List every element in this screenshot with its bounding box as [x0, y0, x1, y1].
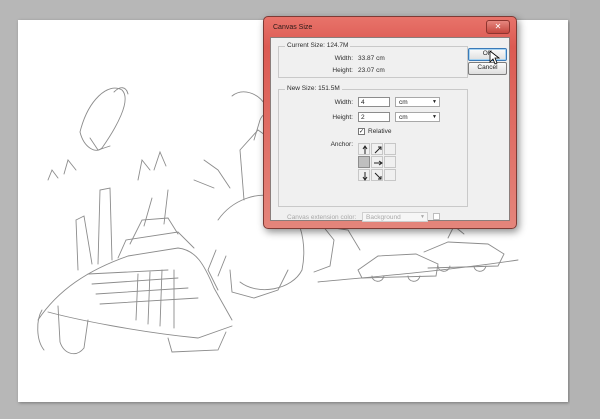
current-width-value: 33.87 cm [358, 55, 385, 62]
width-input[interactable]: 4 [358, 97, 390, 107]
dialog-title: Canvas Size [273, 24, 313, 31]
anchor-middle-center[interactable] [371, 156, 383, 168]
anchor-middle-right[interactable] [384, 156, 396, 168]
height-unit-select[interactable]: cm ▼ [395, 112, 440, 122]
anchor-grid-cells [358, 143, 397, 182]
cancel-button[interactable]: Cancel [468, 62, 507, 75]
dialog-content: Current Size: 124.7M Width: 33.87 cm Hei… [270, 37, 510, 222]
anchor-bottom-center[interactable] [371, 169, 383, 181]
extension-color-select[interactable]: Background ▼ [362, 212, 428, 222]
current-width-label: Width: [334, 55, 353, 62]
arrow-down-right-icon [374, 172, 382, 180]
height-unit-value: cm [399, 114, 408, 121]
close-button[interactable]: ✕ [486, 20, 510, 34]
new-size-label: New Size: 151.5M [285, 85, 342, 92]
chevron-down-icon: ▼ [432, 114, 437, 120]
chevron-down-icon: ▼ [420, 214, 425, 220]
anchor-label: Anchor: [330, 141, 353, 148]
new-width-label: Width: [334, 99, 353, 106]
mouse-pointer-icon [489, 50, 501, 65]
canvas-size-dialog: Canvas Size ✕ Current Size: 124.7M Width… [263, 16, 517, 229]
anchor-top-right[interactable] [384, 143, 396, 155]
arrow-up-right-icon [374, 146, 382, 154]
arrow-down-icon [362, 172, 368, 181]
anchor-bottom-left[interactable] [358, 169, 370, 181]
anchor-bottom-right[interactable] [384, 169, 396, 181]
new-height-label: Height: [332, 114, 353, 121]
relative-checkbox[interactable]: ✓ [358, 128, 365, 135]
current-height-label: Height: [332, 67, 353, 74]
height-input[interactable]: 2 [358, 112, 390, 122]
width-unit-select[interactable]: cm ▼ [395, 97, 440, 107]
current-size-label: Current Size: 124.7M [285, 42, 351, 49]
workspace-scroll-area [570, 0, 600, 419]
anchor-top-center[interactable] [371, 143, 383, 155]
ok-button[interactable]: OK [468, 48, 507, 61]
current-height-value: 23.07 cm [358, 67, 385, 74]
width-unit-value: cm [399, 99, 408, 106]
chevron-down-icon: ▼ [432, 99, 437, 105]
anchor-middle-left[interactable] [358, 156, 370, 168]
arrow-right-icon [374, 160, 383, 166]
relative-label: Relative [368, 128, 392, 135]
current-size-group: Current Size: 124.7M Width: 33.87 cm Hei… [278, 42, 468, 78]
extension-color-label: Canvas extension color: [287, 214, 357, 221]
extension-color-value: Background [366, 214, 401, 221]
close-icon: ✕ [494, 22, 502, 31]
arrow-up-icon [362, 145, 368, 154]
checkmark-icon: ✓ [359, 129, 365, 135]
anchor-top-left[interactable] [358, 143, 370, 155]
extension-color-swatch[interactable] [433, 213, 440, 220]
